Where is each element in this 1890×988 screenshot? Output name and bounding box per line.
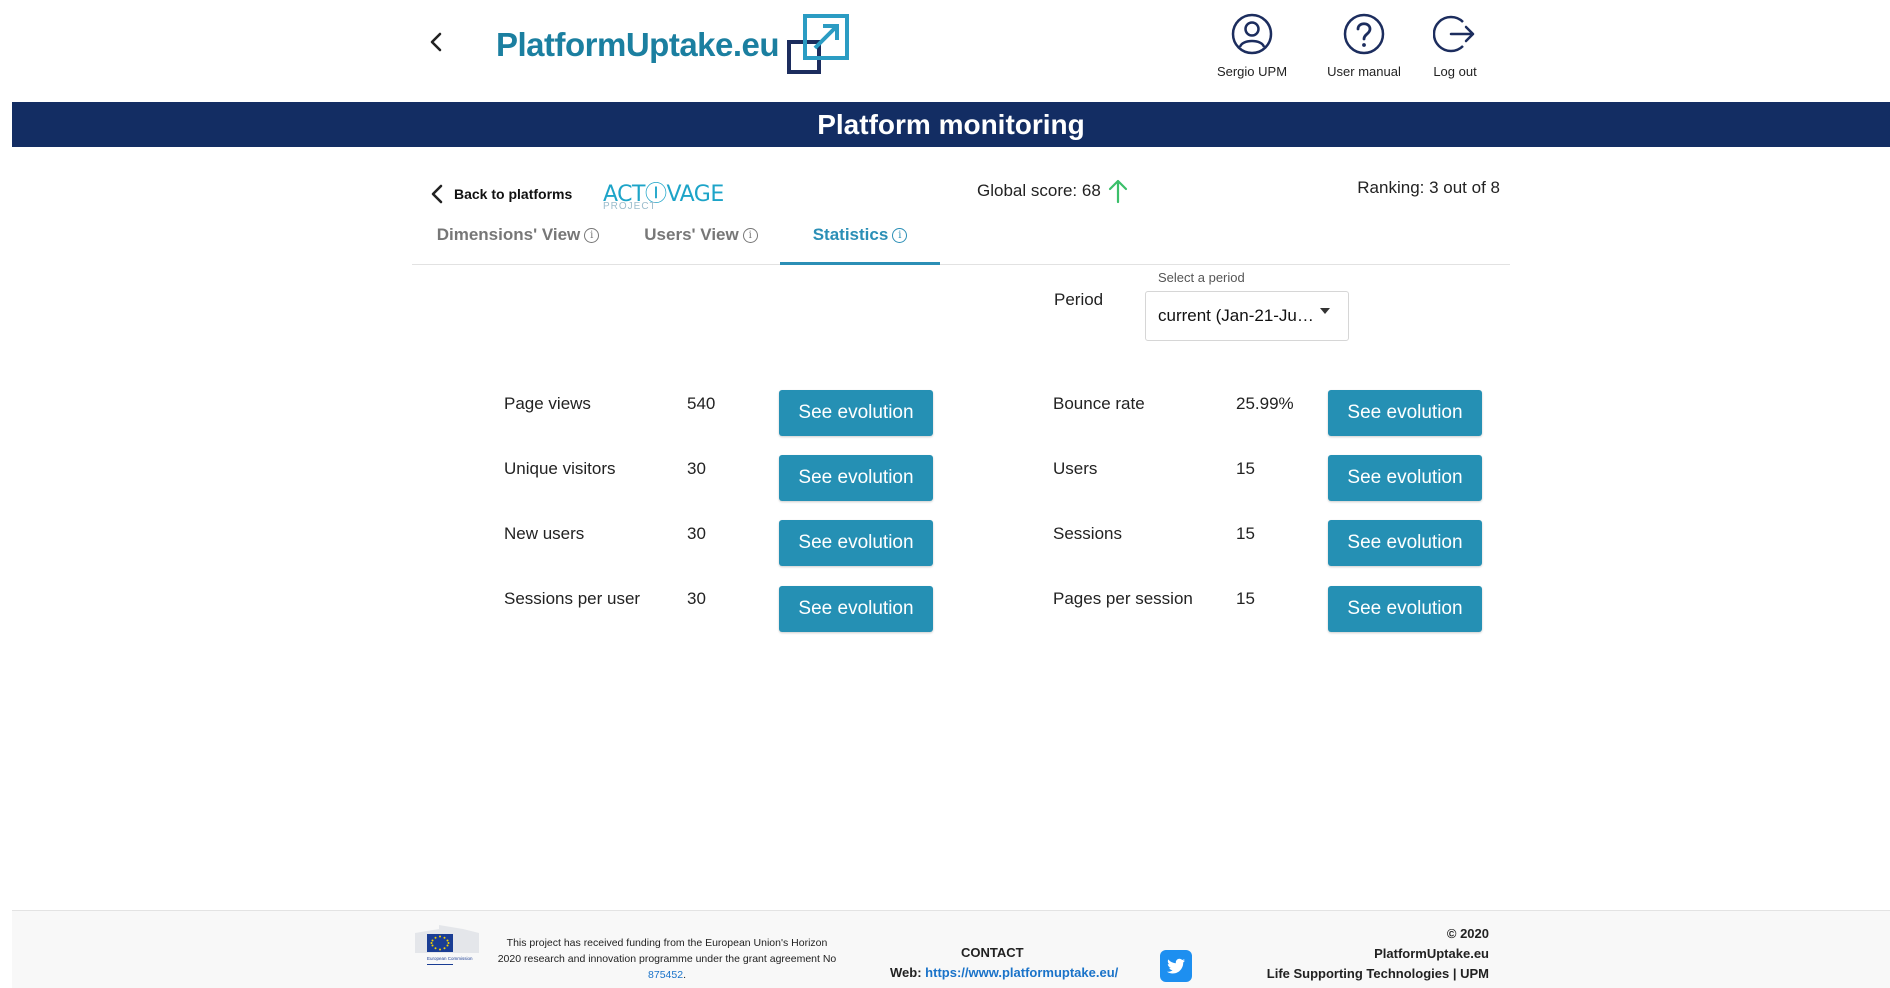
funding-notice: This project has received funding from t… <box>497 937 837 981</box>
eu-caption: European Commission <box>427 956 473 961</box>
stat-value-new-users: 30 <box>687 524 706 543</box>
back-to-platforms-label: Back to platforms <box>454 186 573 202</box>
stat-label-page-views: Page views <box>504 394 591 413</box>
website-link[interactable]: https://www.platformuptake.eu/ <box>925 965 1118 980</box>
page-title: Platform monitoring <box>12 102 1890 147</box>
global-score: Global score: 68 <box>977 178 1129 204</box>
period-select-hint: Select a period <box>1158 270 1245 285</box>
stat-label-new-users: New users <box>504 524 585 543</box>
stat-label-unique-visitors: Unique visitors <box>504 459 616 478</box>
see-evolution-sessions-per-user-button[interactable]: See evolution <box>779 586 933 632</box>
stat-value-sessions: 15 <box>1236 524 1255 543</box>
arrow-up-icon <box>1108 179 1127 204</box>
see-evolution-bounce-rate-button[interactable]: See evolution <box>1328 390 1482 436</box>
twitter-icon[interactable] <box>1160 950 1192 982</box>
user-manual-button[interactable]: User manual <box>1314 12 1414 79</box>
stat-label-users: Users <box>1053 459 1098 478</box>
logout-button[interactable]: Log out <box>1405 12 1505 79</box>
stat-label-bounce-rate: Bounce rate <box>1053 394 1145 413</box>
org-line: Life Supporting Technologies | UPM <box>1266 966 1489 981</box>
tab-users-view-label: Users' View <box>644 225 739 244</box>
stat-value-users: 15 <box>1236 459 1255 478</box>
help-icon <box>1343 13 1385 55</box>
funding-text: This project has received funding from t… <box>497 937 837 965</box>
tab-statistics-label: Statistics <box>812 225 889 244</box>
view-tabs: Dimensions' View i Users' View i Statistic… <box>412 220 1510 265</box>
period-select[interactable]: current (Jan-21-Jun-21) <box>1145 291 1349 341</box>
contact-title: CONTACT <box>961 945 1024 960</box>
user-manual-label: User manual <box>1327 64 1401 79</box>
info-icon: i <box>584 228 600 244</box>
caret-down-icon <box>1320 308 1330 314</box>
activage-logo: ACTⒾVAGE PROJECT <box>603 176 724 216</box>
info-icon: i <box>742 228 758 244</box>
stat-value-unique-visitors: 30 <box>687 459 706 478</box>
chevron-left-icon <box>431 184 443 204</box>
info-icon: i <box>892 228 908 244</box>
platformuptake-logo[interactable]: PlatformUptake.eu <box>496 12 851 78</box>
org-name: PlatformUptake.eu <box>1374 946 1489 961</box>
see-evolution-pages-per-session-button[interactable]: See evolution <box>1328 586 1482 632</box>
see-evolution-unique-visitors-button[interactable]: See evolution <box>779 455 933 501</box>
see-evolution-users-button[interactable]: See evolution <box>1328 455 1482 501</box>
see-evolution-sessions-button[interactable]: See evolution <box>1328 520 1482 566</box>
activage-logo-subtext: PROJECT <box>603 201 657 212</box>
back-chevron-icon[interactable] <box>420 26 452 58</box>
stat-label-pages-per-session: Pages per session <box>1053 589 1193 608</box>
logout-icon <box>1433 15 1475 53</box>
web-label: Web: <box>890 965 922 980</box>
tab-dimensions-view-label: Dimensions' View <box>436 225 581 244</box>
stat-value-page-views: 540 <box>687 394 716 413</box>
see-evolution-page-views-button[interactable]: See evolution <box>779 390 933 436</box>
stat-label-sessions-per-user: Sessions per user <box>504 589 641 608</box>
ranking: Ranking: 3 out of 8 <box>1357 178 1500 197</box>
user-profile-button[interactable]: Sergio UPM <box>1202 12 1302 79</box>
copyright-year: © 2020 <box>1446 926 1489 941</box>
stat-value-bounce-rate: 25.99% <box>1236 394 1294 413</box>
user-icon <box>1231 13 1273 55</box>
see-evolution-new-users-button[interactable]: See evolution <box>779 520 933 566</box>
global-score-label: Global score: 68 <box>977 181 1101 200</box>
logout-label: Log out <box>1433 64 1477 79</box>
stat-value-sessions-per-user: 30 <box>687 589 706 608</box>
period-selected-value: current (Jan-21-Jun-21) <box>1158 306 1318 325</box>
logo-text: PlatformUptake.eu <box>496 26 780 63</box>
eu-flag-logo: European Commission <box>415 925 479 965</box>
stat-value-pages-per-session: 15 <box>1236 589 1255 608</box>
logo-mark-icon <box>787 14 850 74</box>
tab-users-view[interactable]: Users' View i <box>640 220 762 264</box>
period-label: Period <box>1054 290 1104 309</box>
contact-web: Web: https://www.platformuptake.eu/ <box>890 965 1118 980</box>
grant-number-link[interactable]: 875452 <box>648 969 683 981</box>
user-label: Sergio UPM <box>1216 64 1288 79</box>
back-to-platforms-link[interactable]: Back to platforms <box>428 183 572 205</box>
stat-label-sessions: Sessions <box>1053 524 1122 543</box>
copyright-block: © 2020 PlatformUptake.eu Life Supporting… <box>1267 924 1489 984</box>
tab-dimensions-view[interactable]: Dimensions' View i <box>436 220 600 264</box>
tab-statistics[interactable]: Statistics i <box>780 220 940 265</box>
